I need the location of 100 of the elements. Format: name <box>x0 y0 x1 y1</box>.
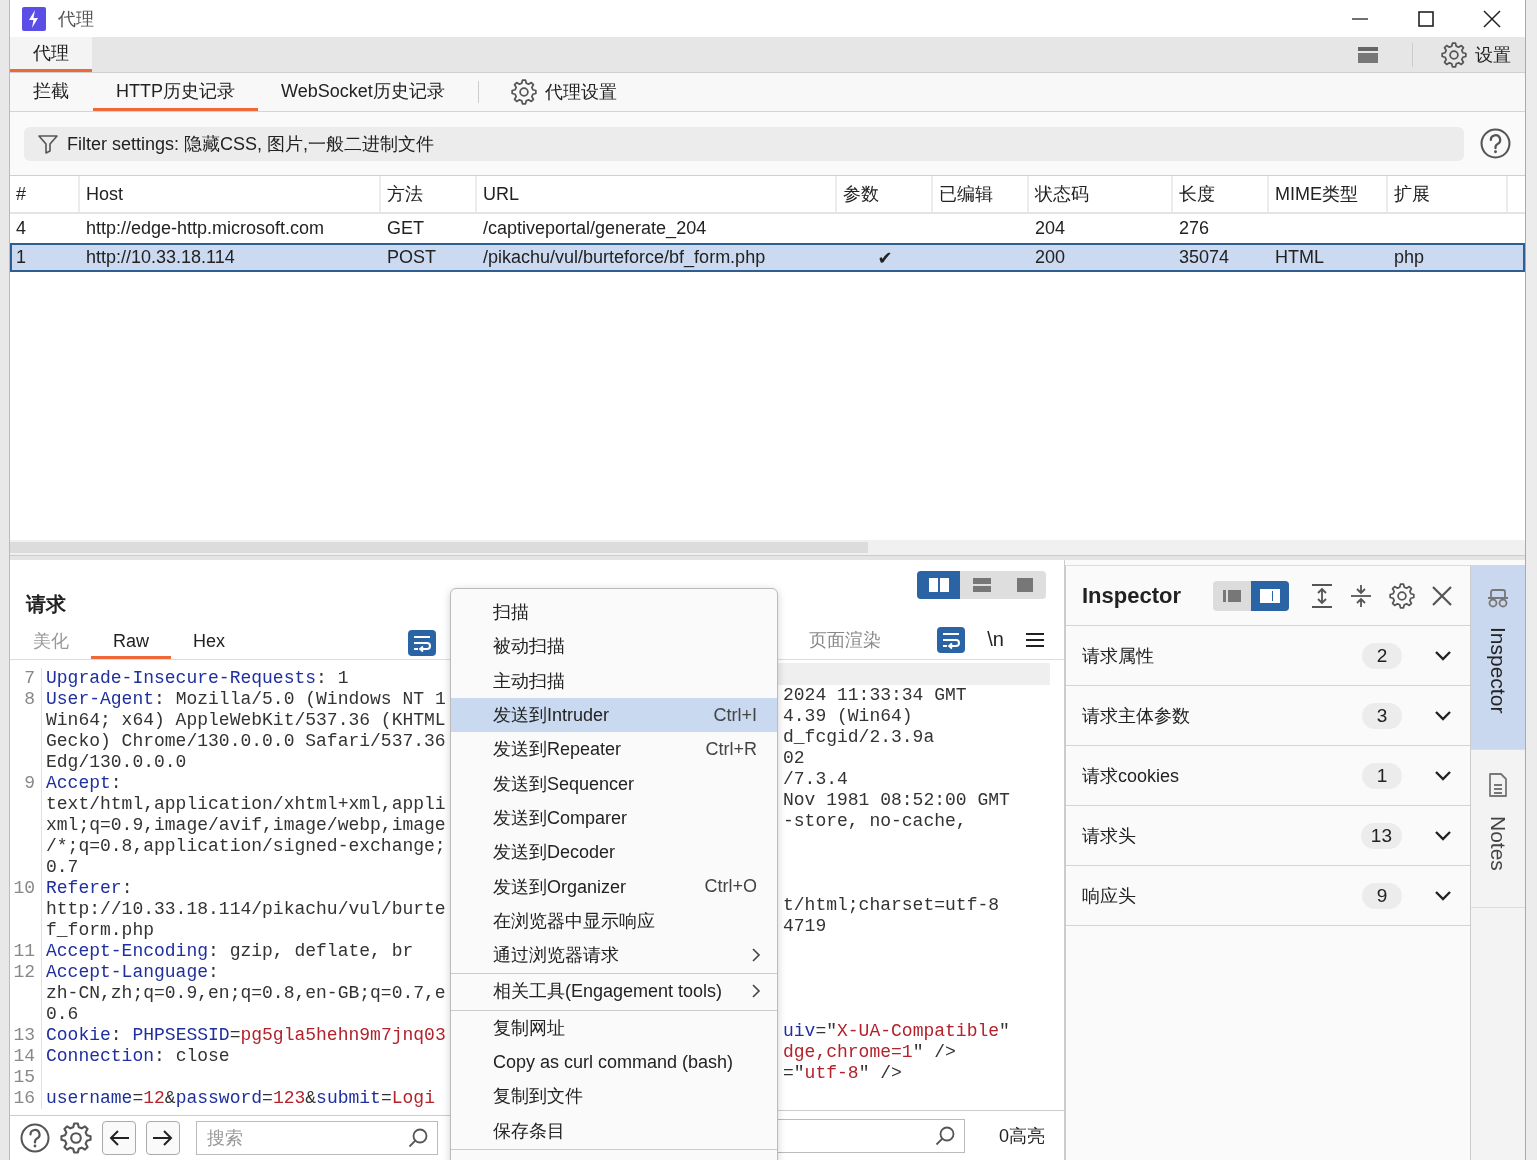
close-icon[interactable] <box>1483 9 1501 28</box>
settings-icon[interactable] <box>1389 582 1415 609</box>
column-header[interactable]: 已编辑 <box>933 176 1029 212</box>
code-line: text/html,application/xhtml+xml,appli <box>45 794 446 815</box>
collapse-icon[interactable] <box>1350 583 1372 608</box>
glasses-icon <box>1486 587 1510 609</box>
line-number: 11 <box>10 941 42 962</box>
settings-icon[interactable] <box>60 1122 92 1154</box>
code-line: -store, no-cache, <box>783 811 967 831</box>
code-line: Upgrade-Insecure-Requests: 1 <box>45 668 349 689</box>
code-line: Accept-Language: <box>45 962 219 983</box>
inspector-section[interactable]: 请求cookies 1 <box>1066 746 1470 806</box>
inspector-section[interactable]: 请求属性 2 <box>1066 626 1470 686</box>
scrollbar-thumb[interactable] <box>10 542 868 553</box>
menu-item[interactable]: 保存条目 <box>451 1113 777 1148</box>
search-field[interactable]: 搜索 <box>196 1121 438 1155</box>
menu-item[interactable]: 复制网址 <box>451 1010 777 1045</box>
help-icon[interactable] <box>20 1123 50 1153</box>
menu-item[interactable]: 相关工具(Engagement tools) <box>451 974 777 1009</box>
menu-item[interactable]: 主动扫描 <box>451 663 777 698</box>
column-header[interactable]: 参数 <box>837 176 933 212</box>
code-line: d_fcgid/2.3.9a <box>783 727 935 747</box>
gear-icon[interactable] <box>510 79 537 105</box>
code-line: 4.39 (Win64) <box>783 706 913 726</box>
tab[interactable]: HTTP历史记录 <box>93 73 258 111</box>
code-line: 4719 <box>783 916 827 936</box>
column-header[interactable]: # <box>10 176 80 212</box>
table-row[interactable]: 4 http://edge-http.microsoft.com GET /captiveportal/generate_204 204 276 <box>10 214 1525 243</box>
menu-item[interactable]: 发送到Repeater Ctrl+R <box>451 732 777 767</box>
search-icon[interactable] <box>934 1124 956 1147</box>
tab[interactable]: Raw <box>91 626 171 659</box>
chevron-down-icon[interactable] <box>1434 649 1452 662</box>
column-header[interactable]: 状态码 <box>1029 176 1173 212</box>
menu-item[interactable]: 复制到文件 <box>451 1079 777 1114</box>
help-icon[interactable] <box>1480 128 1511 159</box>
menu-item[interactable]: 通过浏览器请求 <box>451 937 777 973</box>
line-number: 10 <box>10 878 42 899</box>
chevron-down-icon[interactable] <box>1434 889 1452 902</box>
code-line: zh-CN,zh;q=0.9,en;q=0.8,en-GB;q=0.7,e <box>45 983 446 1004</box>
table-cell-text: php <box>1393 247 1426 268</box>
tab[interactable]: Hex <box>171 626 248 659</box>
layout-toggle[interactable] <box>917 571 960 599</box>
side-tab[interactable]: Inspector <box>1471 565 1525 751</box>
gear-icon[interactable] <box>1441 41 1467 68</box>
panel-right-layout-icon <box>1259 586 1281 605</box>
column-header[interactable]: Host <box>80 176 381 212</box>
document-icon <box>1488 772 1508 799</box>
layout-toggle[interactable] <box>1251 580 1289 611</box>
forward-button[interactable] <box>146 1121 180 1155</box>
column-header[interactable]: 方法 <box>381 176 477 212</box>
maximize-icon[interactable] <box>1418 10 1434 27</box>
main-tab[interactable]: 代理 <box>10 37 92 72</box>
column-header[interactable]: MIME类型 <box>1269 176 1388 212</box>
column-header[interactable]: 长度 <box>1173 176 1269 212</box>
expand-icon[interactable] <box>1311 583 1333 608</box>
code-line: username=12&password=123&submit=Logi <box>45 1088 435 1109</box>
inspector-section[interactable]: 响应头 9 <box>1066 866 1470 926</box>
line-number: 12 <box>10 962 42 983</box>
line-number: 9 <box>10 773 42 794</box>
filter-bar[interactable]: Filter settings: 隐藏CSS, 图片,一般二进制文件 <box>24 126 1464 161</box>
menu-item[interactable]: 扫描 <box>451 595 777 630</box>
proxy-settings-link[interactable]: 代理设置 <box>544 80 617 104</box>
inspector-section[interactable]: 请求主体参数 3 <box>1066 686 1470 746</box>
menu-item[interactable]: 发送到Decoder <box>451 835 777 870</box>
code-line: ="utf-8" /> <box>783 1063 902 1083</box>
close-icon[interactable] <box>1432 585 1452 606</box>
table-cell-text: http://10.33.18.114 <box>85 247 236 268</box>
column-header[interactable]: 扩展 <box>1388 176 1508 212</box>
newline-toggle[interactable]: \n <box>987 628 1004 651</box>
menu-item[interactable]: 发送到Sequencer <box>451 766 777 801</box>
menu-item[interactable]: 被动扫描 <box>451 629 777 664</box>
menu-icon[interactable] <box>1026 631 1044 648</box>
menu-item[interactable]: Copy as curl command (bash) <box>451 1044 777 1080</box>
line-number: 14 <box>10 1046 42 1067</box>
tab[interactable]: 拦截 <box>10 73 93 111</box>
code-line: 2024 11:33:34 GMT <box>783 685 967 705</box>
menu-item[interactable]: 发送到Comparer <box>451 800 777 836</box>
chevron-down-icon[interactable] <box>1434 769 1452 782</box>
settings-link[interactable]: 设置 <box>1475 42 1511 67</box>
layout-icon[interactable] <box>1358 46 1378 63</box>
code-line: t/html;charset=utf-8 <box>783 895 1000 915</box>
code-line: /*;q=0.8,application/signed-exchange; <box>45 836 446 857</box>
word-wrap-icon[interactable] <box>937 626 966 653</box>
code-line: Edg/130.0.0.0 <box>45 752 187 773</box>
search-icon[interactable] <box>407 1127 429 1149</box>
line-number: 8 <box>10 689 42 710</box>
back-button[interactable] <box>102 1121 136 1155</box>
menu-item[interactable]: 发送到Organizer Ctrl+O <box>451 869 777 904</box>
code-line: User-Agent: Mozilla/5.0 (Windows NT 1 <box>45 689 446 710</box>
inspector-section[interactable]: 请求头 13 <box>1066 806 1470 866</box>
chevron-down-icon[interactable] <box>1434 829 1452 842</box>
menu-item[interactable]: 发送到Intruder Ctrl+I <box>451 697 777 733</box>
chevron-down-icon[interactable] <box>1434 709 1452 722</box>
line-number: 13 <box>10 1025 42 1046</box>
window-title: 代理 <box>58 7 94 31</box>
tab[interactable]: WebSocket历史记录 <box>258 73 468 111</box>
menu-item[interactable]: 在浏览器中显示响应 <box>451 903 777 938</box>
word-wrap-icon[interactable] <box>408 630 436 656</box>
column-header[interactable]: URL <box>477 176 837 212</box>
table-row[interactable]: 1 http://10.33.18.114 POST /pikachu/vul/burteforce/bf_form.php ✔ 200 35074 HTML php <box>10 243 1525 272</box>
